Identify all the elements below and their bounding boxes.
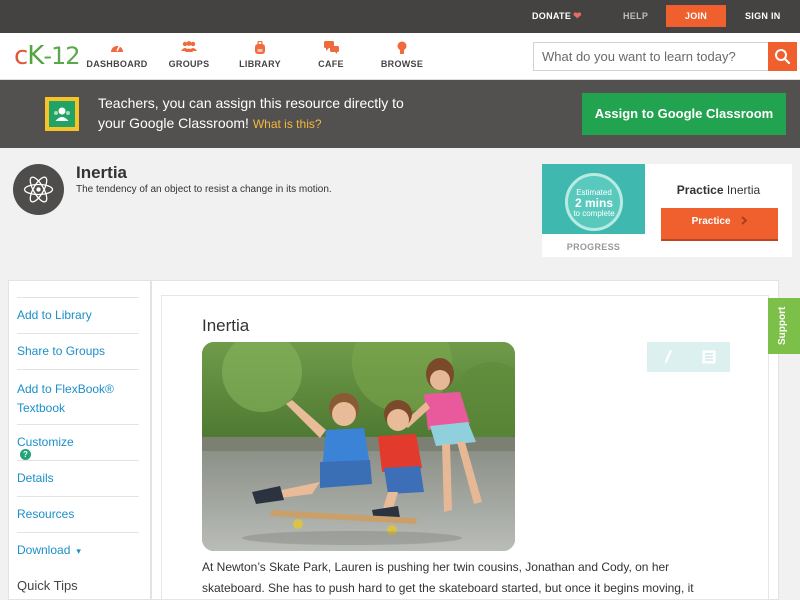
nav-dashboard[interactable]: DASHBOARD — [77, 41, 157, 69]
progress-label: PROGRESS — [566, 242, 621, 252]
sign-in-link[interactable]: SIGN IN — [745, 0, 781, 33]
gauge-icon — [77, 41, 157, 57]
caret-down-icon: ▾ — [76, 546, 81, 556]
sidebar-item-details[interactable]: Details — [17, 460, 139, 496]
lightbulb-icon — [362, 41, 442, 57]
nav-library[interactable]: LIBRARY — [220, 40, 300, 69]
concept-title: Inertia — [76, 163, 128, 182]
sidebar-item-share-to-groups[interactable]: Share to Groups — [17, 333, 139, 369]
chat-bubbles-icon — [291, 41, 371, 57]
donate-link[interactable]: DONATE ❤ — [532, 0, 582, 33]
ck12-logo[interactable]: cK-12 — [14, 41, 81, 71]
assign-classroom-button[interactable]: Assign to Google Classroom — [582, 93, 786, 135]
classroom-message: Teachers, you can assign this resource d… — [98, 95, 404, 131]
help-badge-icon[interactable]: ? — [20, 449, 31, 460]
sidebar-item-download[interactable]: Download ▾ — [17, 532, 139, 568]
utility-bar: DONATE ❤ HELP JOIN SIGN IN — [0, 0, 800, 33]
main-nav: cK-12 DASHBOARD GROUPS LIBRARY CAFE BROW… — [0, 33, 800, 80]
content-tools — [647, 342, 730, 372]
content-paragraph: At Newton’s Skate Park, Lauren is pushin… — [202, 560, 694, 595]
search-input[interactable] — [534, 43, 768, 70]
skateboard-photo — [202, 342, 515, 551]
sidebar-item-add-to-library[interactable]: Add to Library — [17, 297, 139, 333]
content-title: Inertia — [202, 316, 250, 335]
nav-browse[interactable]: BROWSE — [362, 41, 442, 69]
quick-tips-heading[interactable]: Quick Tips — [17, 578, 78, 593]
heart-icon: ❤ — [573, 11, 582, 22]
sidebar-item-customize[interactable]: Customize? — [17, 424, 139, 460]
search-icon — [775, 49, 791, 65]
sidebar: Add to Library Share to Groups Add to Fl… — [8, 280, 151, 600]
search-button[interactable] — [768, 42, 797, 71]
notes-icon[interactable] — [702, 350, 716, 369]
nav-groups[interactable]: GROUPS — [149, 41, 229, 69]
backpack-icon — [220, 40, 300, 57]
google-classroom-banner: Teachers, you can assign this resource d… — [0, 80, 800, 148]
practice-button[interactable]: Practice — [661, 208, 778, 239]
join-button[interactable]: JOIN — [666, 5, 726, 27]
support-tab[interactable]: Support — [768, 298, 800, 354]
people-icon — [149, 41, 229, 57]
practice-title: Practice Inertia — [676, 183, 761, 197]
google-classroom-icon — [45, 97, 79, 131]
help-link[interactable]: HELP — [623, 0, 648, 33]
what-is-this-link[interactable]: What is this? — [253, 117, 322, 131]
progress-graphic: Estimated 2 mins to complete — [542, 164, 645, 234]
pencil-icon[interactable] — [663, 349, 673, 370]
search-box — [533, 42, 797, 71]
sidebar-item-add-to-flexbook[interactable]: Add to FlexBook® Textbook — [17, 369, 139, 424]
practice-card: Estimated 2 mins to complete PROGRESS Pr… — [542, 164, 792, 257]
chevron-right-icon — [741, 209, 748, 236]
nav-cafe[interactable]: CAFE — [291, 41, 371, 69]
concept-description: The tendency of an object to resist a ch… — [76, 184, 332, 195]
progress-circle: Estimated 2 mins to complete — [565, 173, 623, 231]
atom-icon — [13, 164, 64, 215]
sidebar-item-resources[interactable]: Resources — [17, 496, 139, 532]
